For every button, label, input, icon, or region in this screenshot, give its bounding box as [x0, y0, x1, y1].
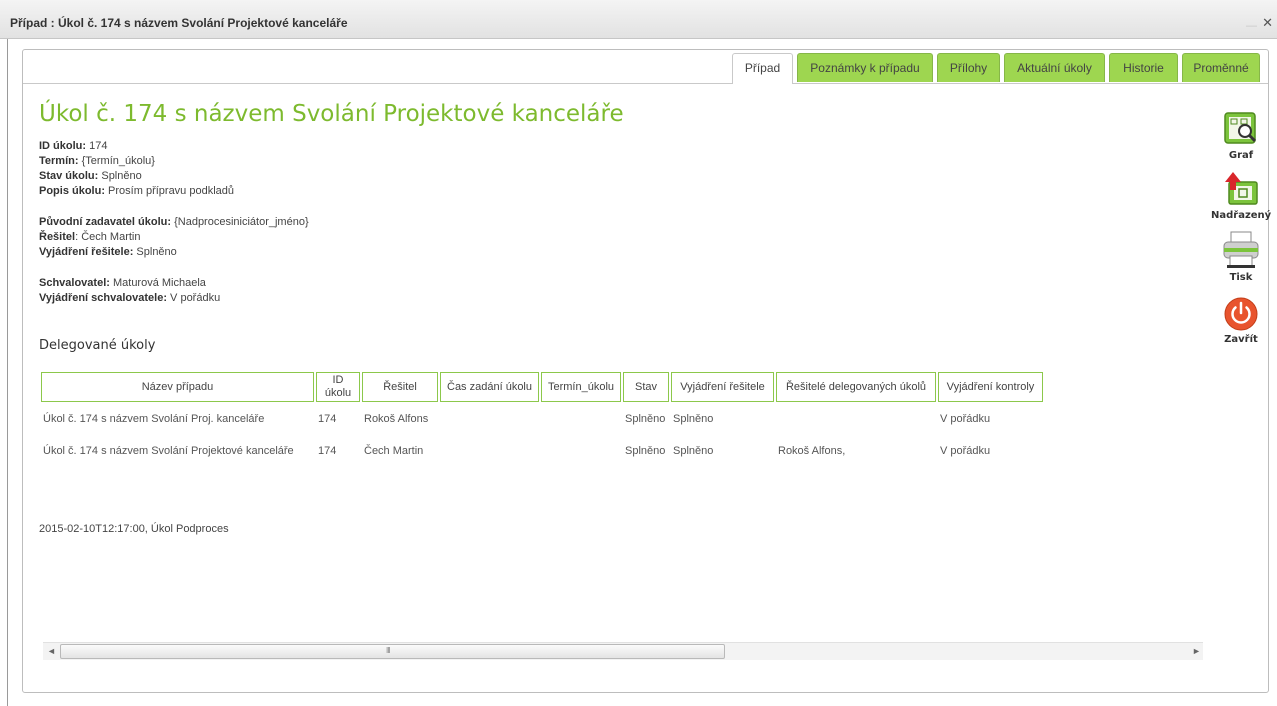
table-row[interactable]: Úkol č. 174 s názvem Svolání Proj. kance… — [41, 404, 1043, 434]
detail-zadavatel: Původní zadavatel úkolu: {Nadprocesinici… — [39, 216, 309, 228]
scroll-right-icon[interactable]: ► — [1192, 646, 1201, 656]
tab-promenne[interactable]: Proměnné — [1182, 53, 1260, 82]
table-row[interactable]: Úkol č. 174 s názvem Svolání Projektové … — [41, 436, 1043, 466]
table-cell: Splněno — [673, 413, 714, 425]
table-cell: Rokoš Alfons, — [778, 445, 846, 457]
tab-bar: Případ Poznámky k případu Přílohy Aktuál… — [23, 50, 1268, 84]
scrollbar-thumb[interactable]: III — [60, 644, 725, 659]
column-header[interactable]: Čas zadání úkolu — [440, 372, 539, 402]
detail-schvalovatel: Schvalovatel: Maturová Michaela — [39, 277, 206, 289]
table-cell: Splněno — [625, 445, 666, 457]
table-cell: Rokoš Alfons — [364, 413, 429, 425]
detail-value: V pořádku — [167, 292, 221, 304]
detail-value: Maturová Michaela — [109, 277, 206, 289]
page-title: Úkol č. 174 s názvem Svolání Projektové … — [39, 101, 624, 127]
table-cell: Čech Martin — [364, 445, 424, 457]
printer-icon — [1223, 231, 1259, 268]
zavrit-label: Zavřít — [1224, 334, 1258, 345]
table-cell — [541, 436, 621, 466]
table-cell: Úkol č. 174 s názvem Svolání Projektové … — [43, 445, 294, 457]
detail-label: Stav úkolu: — [39, 170, 99, 182]
horizontal-scrollbar[interactable]: ◄ III ► — [43, 642, 1203, 660]
detail-value: Prosím přípravu podkladů — [105, 185, 235, 197]
parent-arrow-icon — [1225, 172, 1258, 205]
window-titlebar: Případ : Úkol č. 174 s názvem Svolání Pr… — [0, 0, 1277, 39]
column-header[interactable]: Stav — [623, 372, 669, 402]
table-cell: Úkol č. 174 s názvem Svolání Proj. kance… — [43, 413, 265, 425]
case-panel: Případ Poznámky k případu Přílohy Aktuál… — [22, 49, 1269, 693]
detail-id: ID úkolu: 174 — [39, 140, 107, 152]
column-header[interactable]: Vyjádření řešitele — [671, 372, 774, 402]
column-header[interactable]: Vyjádření kontroly — [938, 372, 1043, 402]
graf-button[interactable]: Graf — [1211, 110, 1271, 161]
footer-timestamp: 2015-02-10T12:17:00, Úkol Podproces — [39, 523, 229, 535]
section-title-delegovane: Delegované úkoly — [39, 338, 156, 353]
delegated-tasks-table: Název případu ID úkolu Řešitel Čas zadán… — [39, 370, 1045, 468]
detail-value: {Nadprocesiniciátor_jméno} — [171, 216, 309, 228]
column-header[interactable]: Termín_úkolu — [541, 372, 621, 402]
column-header[interactable]: Řešitelé delegovaných úkolů — [776, 372, 936, 402]
tisk-label: Tisk — [1229, 272, 1253, 283]
detail-label: Řešitel — [39, 231, 76, 243]
table-cell: V pořádku — [940, 445, 991, 457]
grip-icon: III — [386, 646, 391, 655]
tab-poznamky[interactable]: Poznámky k případu — [797, 53, 933, 82]
graf-label: Graf — [1228, 150, 1254, 161]
table-cell — [440, 436, 539, 466]
power-icon — [1224, 297, 1258, 331]
detail-vyjadreni-resitele: Vyjádření řešitele: Splněno — [39, 246, 177, 258]
detail-resitel: Řešitel: Čech Martin — [39, 231, 141, 243]
table-cell: Splněno — [625, 413, 666, 425]
window-left-border — [7, 39, 8, 706]
detail-value: Splněno — [133, 246, 177, 258]
minimize-icon[interactable]: — — [1246, 20, 1257, 32]
window-title: Případ : Úkol č. 174 s názvem Svolání Pr… — [10, 16, 348, 30]
scroll-left-icon[interactable]: ◄ — [47, 646, 56, 656]
detail-label: Termín: — [39, 155, 79, 167]
detail-label: Schvalovatel: — [39, 277, 110, 289]
detail-label: Vyjádření schvalovatele: — [39, 292, 167, 304]
tab-historie[interactable]: Historie — [1109, 53, 1178, 82]
detail-value: Splněno — [98, 170, 142, 182]
tisk-button[interactable]: Tisk — [1211, 230, 1271, 283]
detail-vyjadreni-schvalovatele: Vyjádření schvalovatele: V pořádku — [39, 292, 220, 304]
table-cell: 174 — [318, 413, 337, 425]
nadrazeny-label: Nadřazený — [1211, 210, 1272, 221]
detail-popis: Popis úkolu: Prosím přípravu podkladů — [39, 185, 234, 197]
close-icon[interactable]: ✕ — [1262, 15, 1273, 31]
detail-value: : Čech Martin — [75, 231, 141, 243]
detail-label: ID úkolu: — [39, 140, 87, 152]
detail-termin: Termín: {Termín_úkolu} — [39, 155, 155, 167]
column-header[interactable]: Název případu — [41, 372, 314, 402]
tab-aktualni-ukoly[interactable]: Aktuální úkoly — [1004, 53, 1105, 82]
detail-value: 174 — [86, 140, 108, 152]
column-header[interactable]: Řešitel — [362, 372, 438, 402]
table-cell: 174 — [318, 445, 337, 457]
detail-stav: Stav úkolu: Splněno — [39, 170, 142, 182]
graph-icon — [1224, 112, 1257, 144]
table-cell — [541, 404, 621, 434]
nadrazeny-button[interactable]: Nadřazený — [1211, 170, 1271, 221]
zavrit-button[interactable]: Zavřít — [1211, 296, 1271, 345]
table-cell — [776, 404, 936, 434]
tab-pripad[interactable]: Případ — [732, 53, 793, 84]
column-header[interactable]: ID úkolu — [316, 372, 360, 402]
detail-value: {Termín_úkolu} — [78, 155, 155, 167]
table-cell — [440, 404, 539, 434]
tab-prilohy[interactable]: Přílohy — [937, 53, 1000, 82]
detail-label: Popis úkolu: — [39, 185, 105, 197]
detail-label: Vyjádření řešitele: — [39, 246, 134, 258]
table-cell: V pořádku — [940, 413, 991, 425]
detail-label: Původní zadavatel úkolu: — [39, 216, 172, 228]
table-cell: Splněno — [673, 445, 714, 457]
